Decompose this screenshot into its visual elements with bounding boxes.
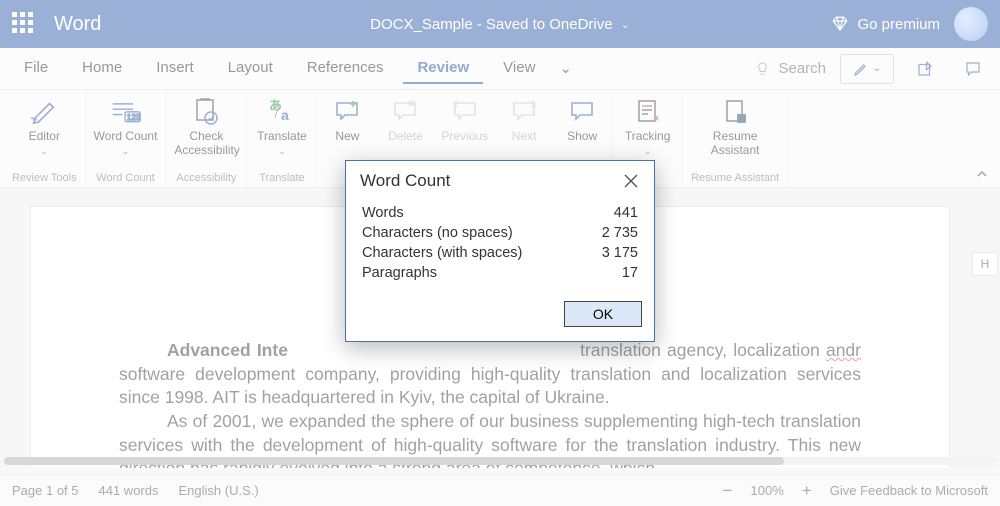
tab-home[interactable]: Home bbox=[68, 53, 136, 84]
app-launcher-icon[interactable] bbox=[12, 12, 36, 36]
word-count-button[interactable]: 123 Word Count⌄ bbox=[94, 96, 158, 157]
new-comment-button[interactable]: New bbox=[325, 96, 369, 143]
status-bar: Page 1 of 5 441 words English (U.S.) − 1… bbox=[0, 474, 1000, 506]
document-title[interactable]: DOCX_Sample - Saved to OneDrive⌄ bbox=[370, 16, 630, 33]
tab-view[interactable]: View bbox=[489, 53, 549, 84]
dialog-body: Words 441 Characters (no spaces) 2 735 Cha… bbox=[346, 199, 654, 289]
chevron-up-icon bbox=[975, 167, 989, 181]
zoom-level[interactable]: 100% bbox=[751, 483, 784, 498]
stat-label: Characters (with spaces) bbox=[362, 245, 522, 261]
word-count-dialog: Word Count Words 441 Characters (no space… bbox=[345, 160, 655, 342]
status-page[interactable]: Page 1 of 5 bbox=[12, 483, 79, 498]
next-comment-button: Next bbox=[502, 96, 546, 143]
app-name: Word bbox=[54, 13, 101, 36]
group-review-tools: Review Tools bbox=[12, 170, 77, 187]
svg-text:in: in bbox=[739, 114, 745, 123]
group-accessibility: Accessibility bbox=[176, 170, 236, 187]
check-accessibility-button[interactable]: Check Accessibility bbox=[174, 96, 238, 157]
tab-references[interactable]: References bbox=[293, 53, 398, 84]
delete-comment-button: Delete bbox=[383, 96, 427, 143]
accessibility-icon bbox=[192, 97, 220, 125]
close-icon bbox=[622, 172, 640, 190]
editing-mode-button[interactable]: ⌄ bbox=[840, 54, 894, 84]
group-resume-assistant: Resume Assistant bbox=[691, 170, 779, 187]
header-marker[interactable]: H bbox=[972, 252, 998, 276]
translate-button[interactable]: あa Translate⌄ bbox=[257, 96, 307, 157]
new-comment-icon bbox=[334, 99, 360, 123]
translate-icon: あa bbox=[267, 98, 297, 124]
search-box[interactable]: Search bbox=[755, 60, 826, 77]
tab-overflow[interactable]: ⌄ bbox=[555, 53, 576, 85]
editor-button[interactable]: Editor⌄ bbox=[22, 96, 66, 157]
ok-button[interactable]: OK bbox=[564, 301, 642, 327]
dialog-title: Word Count bbox=[360, 171, 450, 191]
diamond-icon bbox=[831, 15, 849, 33]
group-translate: Translate bbox=[259, 170, 304, 187]
go-premium-button[interactable]: Go premium bbox=[831, 15, 940, 33]
tab-file[interactable]: File bbox=[10, 53, 62, 84]
show-comments-icon bbox=[569, 99, 595, 123]
previous-comment-button: Previous bbox=[441, 96, 488, 143]
editor-icon bbox=[29, 98, 59, 124]
stat-label: Characters (no spaces) bbox=[362, 225, 513, 241]
comments-button[interactable] bbox=[956, 54, 990, 84]
svg-text:123: 123 bbox=[126, 113, 140, 122]
chevron-down-icon: ⌄ bbox=[621, 18, 630, 31]
tab-review[interactable]: Review bbox=[403, 53, 483, 84]
stat-value: 441 bbox=[614, 205, 638, 221]
delete-comment-icon bbox=[392, 99, 418, 123]
zoom-out-button[interactable]: − bbox=[719, 481, 737, 501]
svg-text:a: a bbox=[281, 107, 289, 123]
tab-layout[interactable]: Layout bbox=[214, 53, 287, 84]
resume-assistant-button[interactable]: in Resume Assistant bbox=[707, 96, 763, 157]
tab-strip: File Home Insert Layout References Revie… bbox=[0, 48, 1000, 90]
show-comments-button[interactable]: Show bbox=[560, 96, 604, 143]
stat-value: 2 735 bbox=[602, 225, 638, 241]
tracking-icon bbox=[634, 98, 662, 124]
lightbulb-icon bbox=[755, 61, 770, 76]
status-words[interactable]: 441 words bbox=[99, 483, 159, 498]
stat-label: Words bbox=[362, 205, 404, 221]
resume-icon: in bbox=[722, 98, 748, 124]
title-bar: Word DOCX_Sample - Saved to OneDrive⌄ Go… bbox=[0, 0, 1000, 48]
status-language[interactable]: English (U.S.) bbox=[178, 483, 258, 498]
ribbon-collapse-button[interactable] bbox=[968, 90, 996, 187]
zoom-in-button[interactable]: + bbox=[798, 481, 816, 501]
next-comment-icon bbox=[511, 99, 537, 123]
stat-label: Paragraphs bbox=[362, 265, 437, 281]
paragraph[interactable]: Advanced Inte translation agency, locali… bbox=[119, 339, 861, 410]
comment-icon bbox=[964, 60, 982, 78]
tracking-button[interactable]: Tracking⌄ bbox=[625, 96, 671, 157]
previous-comment-icon bbox=[452, 99, 478, 123]
word-count-icon: 123 bbox=[110, 98, 142, 124]
share-icon bbox=[916, 60, 934, 78]
dialog-close-button[interactable] bbox=[622, 172, 640, 190]
avatar[interactable] bbox=[954, 7, 988, 41]
scrollbar-thumb[interactable] bbox=[4, 457, 784, 465]
share-button[interactable] bbox=[908, 54, 942, 84]
stat-value: 17 bbox=[622, 265, 638, 281]
feedback-link[interactable]: Give Feedback to Microsoft bbox=[830, 483, 988, 498]
stat-value: 3 175 bbox=[602, 245, 638, 261]
pen-icon bbox=[853, 61, 869, 77]
group-word-count: Word Count bbox=[96, 170, 155, 187]
tab-insert[interactable]: Insert bbox=[142, 53, 208, 84]
